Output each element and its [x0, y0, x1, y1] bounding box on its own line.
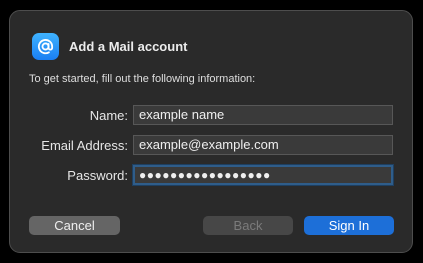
- back-button[interactable]: Back: [203, 216, 293, 235]
- dialog-title: Add a Mail account: [69, 39, 188, 54]
- at-sign-icon: [32, 33, 59, 60]
- password-label: Password:: [67, 168, 128, 183]
- name-label: Name:: [89, 108, 128, 123]
- instructions-text: To get started, fill out the following i…: [29, 73, 256, 85]
- add-mail-account-dialog: Add a Mail account To get started, fill …: [9, 10, 413, 253]
- email-label: Email Address:: [41, 138, 128, 153]
- password-field[interactable]: ●●●●●●●●●●●●●●●●●: [133, 165, 393, 185]
- email-field[interactable]: example@example.com: [133, 135, 393, 155]
- sign-in-button[interactable]: Sign In: [304, 216, 394, 235]
- cancel-button[interactable]: Cancel: [29, 216, 120, 235]
- name-field[interactable]: example name: [133, 105, 393, 125]
